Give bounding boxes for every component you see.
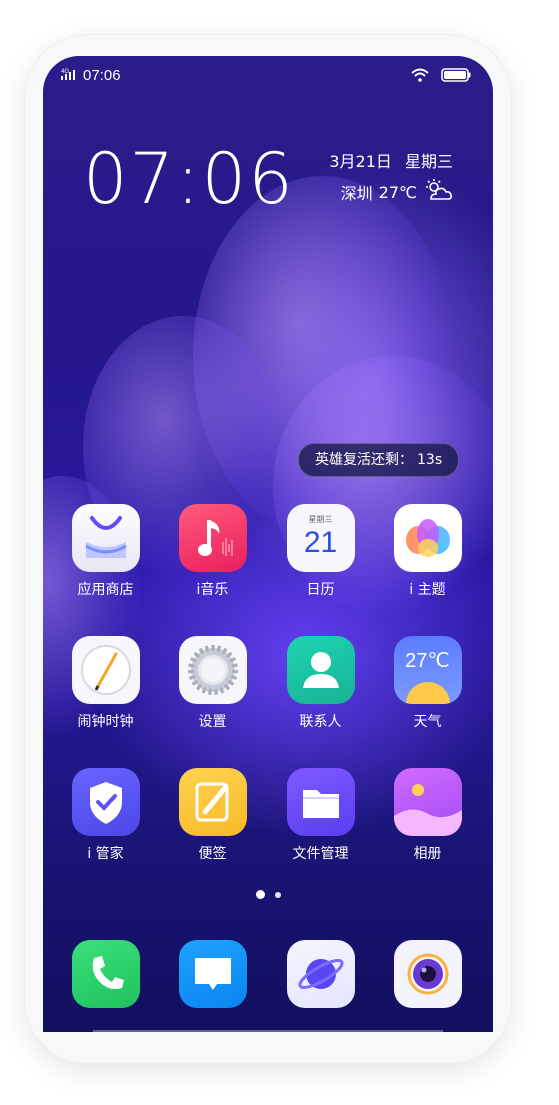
- app-label: 相册: [413, 846, 442, 862]
- app-label: i音乐: [196, 582, 229, 598]
- browser-app[interactable]: [267, 940, 374, 1008]
- hero-revive-timer[interactable]: 英雄复活还剩： 13s: [298, 443, 460, 477]
- page-dot-active[interactable]: [255, 890, 265, 899]
- gallery-app[interactable]: 相册: [374, 768, 481, 863]
- city-text: 深圳: [340, 184, 373, 203]
- contacts-icon: [286, 636, 355, 704]
- app-label: i 主题: [409, 582, 446, 598]
- temperature-text: 27℃: [378, 182, 417, 202]
- weekday-text: 星期三: [404, 152, 453, 171]
- shield-icon: [71, 768, 140, 836]
- calendar-day: 21: [303, 526, 338, 559]
- gallery-icon: [393, 768, 462, 836]
- lockscreen-clock[interactable]: 07:06: [83, 138, 295, 220]
- page-dot[interactable]: [274, 891, 281, 898]
- app-label: 日历: [306, 582, 335, 598]
- app-label: 应用商店: [77, 582, 134, 598]
- app-label: i 管家: [87, 846, 124, 862]
- theme-icon: [393, 504, 462, 572]
- status-bar: 4G 07:06: [43, 56, 493, 92]
- weather-icon: 27℃: [393, 636, 462, 704]
- calendar-app[interactable]: 星期三 21 日历: [267, 504, 374, 599]
- music-app[interactable]: i音乐: [159, 504, 266, 599]
- dock: [43, 940, 493, 1032]
- notes-icon: [178, 768, 247, 836]
- phone-icon: [71, 940, 140, 1008]
- weather-app[interactable]: 27℃ 天气: [374, 636, 481, 731]
- app-label: 天气: [413, 714, 442, 730]
- clock-icon: [71, 636, 140, 704]
- weather-widget[interactable]: 深圳 27℃: [341, 178, 453, 206]
- app-label: 设置: [198, 714, 227, 730]
- music-icon: [178, 504, 247, 572]
- wifi-icon: [411, 67, 429, 86]
- home-screen: 4G 07:06 07:06 3月21日 星期三 深圳 27℃ 英雄复活还剩： …: [43, 56, 493, 1032]
- app-label: 便签: [198, 846, 227, 862]
- settings-app[interactable]: 设置: [159, 636, 266, 731]
- date-line: 3月21日 星期三: [329, 148, 453, 172]
- page-indicator[interactable]: [43, 890, 493, 899]
- app-store-app[interactable]: 应用商店: [52, 504, 159, 599]
- calendar-weekday: 星期三: [308, 515, 333, 524]
- message-icon: [178, 940, 247, 1008]
- hero-seconds: 13s: [417, 452, 443, 468]
- browser-icon: [286, 940, 355, 1008]
- partly-cloudy-icon: [423, 178, 453, 206]
- messages-app[interactable]: [159, 940, 266, 1008]
- contacts-app[interactable]: 联系人: [267, 636, 374, 731]
- folder-icon: [286, 768, 355, 836]
- calendar-icon: 星期三 21: [286, 504, 355, 572]
- clock-app[interactable]: 闹钟时钟: [52, 636, 159, 731]
- date-text: 3月21日: [329, 152, 392, 171]
- camera-icon: [393, 940, 462, 1008]
- hero-label: 英雄复活还剩：: [315, 452, 413, 468]
- camera-app[interactable]: [374, 940, 481, 1008]
- files-app[interactable]: 文件管理: [267, 768, 374, 863]
- app-label: 闹钟时钟: [77, 714, 134, 730]
- gear-icon: [178, 636, 247, 704]
- status-time: 07:06: [83, 67, 121, 84]
- manager-app[interactable]: i 管家: [52, 768, 159, 863]
- notes-app[interactable]: 便签: [159, 768, 266, 863]
- app-store-icon: [71, 504, 140, 572]
- signal-icon: 4G: [61, 66, 79, 85]
- app-label: 联系人: [299, 714, 342, 730]
- phone-app[interactable]: [52, 940, 159, 1008]
- battery-icon: [441, 67, 471, 86]
- dock-divider: [93, 1030, 443, 1032]
- theme-app[interactable]: i 主题: [374, 504, 481, 599]
- app-label: 文件管理: [292, 846, 349, 862]
